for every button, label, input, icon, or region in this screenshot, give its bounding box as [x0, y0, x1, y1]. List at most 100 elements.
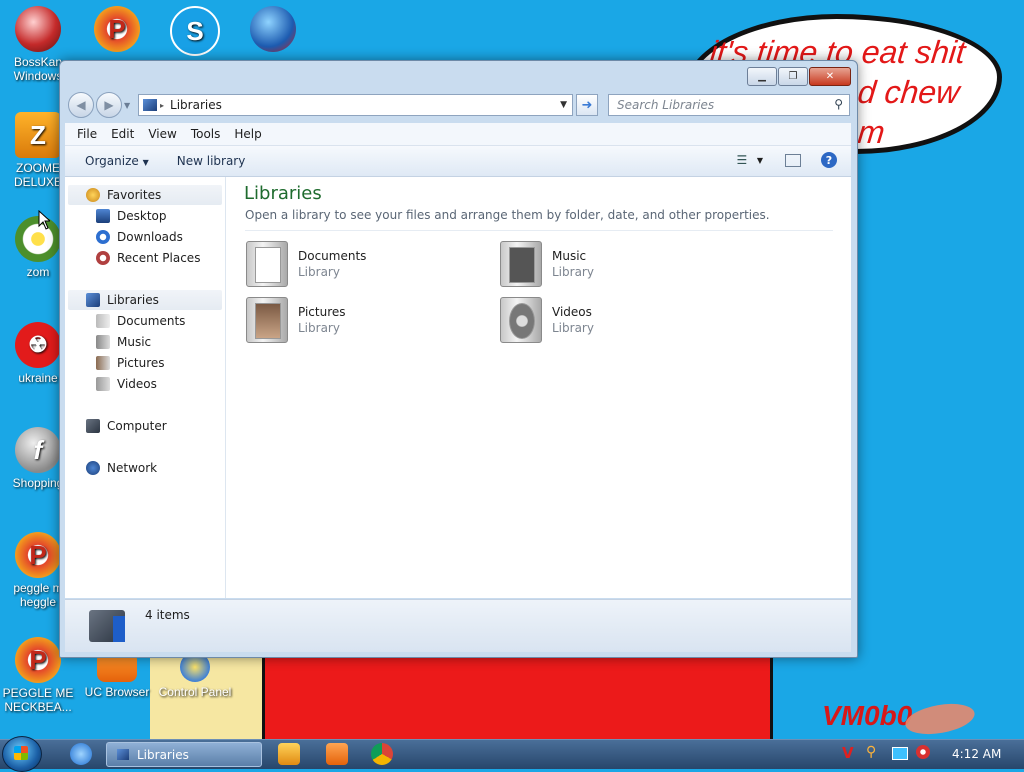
recent-places-icon	[96, 251, 110, 265]
desktop-icon-label: PEGGLE ME NECKBEA...	[2, 686, 74, 714]
libraries-large-icon	[89, 610, 125, 642]
clock[interactable]: 4:12 AM	[952, 747, 1001, 761]
wallpaper-text-line3: m	[856, 114, 887, 150]
close-button[interactable]: ✕	[809, 67, 851, 86]
item-count: 4 items	[145, 608, 190, 622]
nav-documents[interactable]: Documents	[96, 311, 185, 331]
forward-button[interactable]: ▶	[96, 92, 122, 118]
favorites-star-icon	[86, 188, 100, 202]
address-dropdown-icon[interactable]: ▼	[560, 100, 567, 110]
nav-desktop-label: Desktop	[117, 209, 167, 223]
library-item-pictures[interactable]: Pictures Library	[246, 297, 346, 343]
content-pane: Libraries Open a library to see your fil…	[226, 177, 851, 598]
nav-favorites[interactable]: Favorites	[68, 185, 222, 205]
back-arrow-icon: ◀	[76, 98, 86, 112]
library-item-documents[interactable]: Documents Library	[246, 241, 366, 287]
desktop-icon-label: Control Panel	[158, 685, 232, 699]
library-item-videos[interactable]: Videos Library	[500, 297, 594, 343]
nav-libraries-label: Libraries	[107, 293, 159, 307]
search-placeholder: Search Libraries	[617, 98, 715, 112]
media-player-icon[interactable]	[278, 743, 300, 765]
antivirus-tray-icon[interactable]: V	[842, 744, 854, 762]
help-icon[interactable]: ?	[821, 152, 837, 168]
chevron-down-icon: ▼	[142, 158, 149, 167]
libraries-icon	[117, 749, 129, 760]
game-icon	[15, 6, 61, 52]
nav-videos[interactable]: Videos	[96, 374, 157, 394]
nav-computer-label: Computer	[107, 419, 167, 433]
uc-browser-icon[interactable]	[326, 743, 348, 765]
record-tray-icon[interactable]	[916, 745, 930, 759]
maximize-button[interactable]: ❐	[778, 67, 808, 86]
search-icon[interactable]: ⚲	[834, 97, 843, 111]
change-view-button[interactable]: ☰ ▼	[733, 153, 763, 167]
music-library-icon	[500, 241, 542, 287]
display-tray-icon[interactable]	[892, 747, 908, 760]
minimize-icon: ▁	[758, 71, 766, 82]
downloads-icon	[96, 230, 110, 244]
nav-downloads[interactable]: Downloads	[96, 227, 183, 247]
internet-explorer-icon[interactable]	[70, 743, 92, 765]
nav-videos-label: Videos	[117, 377, 157, 391]
wallpaper-signature: VM0b0	[822, 700, 913, 731]
taskbar-task-label: Libraries	[137, 747, 189, 762]
nav-recent-places[interactable]: Recent Places	[96, 248, 200, 268]
search-tray-icon[interactable]: ⚲	[866, 744, 876, 760]
breadcrumb-separator-icon[interactable]: ▸	[160, 101, 164, 110]
nav-music-label: Music	[117, 335, 152, 349]
command-bar-right: ☰ ▼ ?	[733, 152, 837, 168]
minimize-button[interactable]: ▁	[747, 67, 777, 86]
divider	[245, 230, 833, 231]
go-arrow-icon: ➜	[581, 97, 593, 113]
desktop-icon-globe[interactable]	[235, 6, 311, 55]
menu-help[interactable]: Help	[234, 127, 261, 141]
search-input[interactable]: Search Libraries ⚲	[608, 94, 850, 116]
nav-pictures[interactable]: Pictures	[96, 353, 165, 373]
address-text: Libraries	[170, 98, 222, 112]
pictures-library-icon	[96, 356, 110, 370]
close-icon: ✕	[825, 71, 835, 82]
desktop-icon	[96, 209, 110, 223]
skype-icon: S	[170, 6, 220, 56]
desktop-icon-peggle-top[interactable]: P	[79, 6, 155, 55]
peggle-icon: P	[15, 637, 61, 683]
libraries-icon	[143, 99, 157, 111]
back-button[interactable]: ◀	[68, 92, 94, 118]
nav-music[interactable]: Music	[96, 332, 151, 352]
menu-tools[interactable]: Tools	[191, 127, 221, 141]
start-button[interactable]	[2, 736, 42, 772]
nav-pictures-label: Pictures	[117, 356, 165, 370]
peggle-icon: P	[94, 6, 140, 52]
refresh-button[interactable]: ➜	[576, 94, 598, 116]
recent-pages-chevron-icon[interactable]: ▼	[124, 101, 130, 110]
desktop-icon-control-panel[interactable]: Control Panel	[157, 652, 233, 699]
nav-recent-places-label: Recent Places	[117, 251, 201, 265]
library-item-music[interactable]: Music Library	[500, 241, 594, 287]
preview-pane-icon[interactable]	[785, 153, 801, 167]
organize-button[interactable]: Organize ▼	[85, 154, 149, 168]
nav-favorites-label: Favorites	[107, 188, 162, 202]
menu-bar: File Edit View Tools Help	[65, 123, 851, 146]
nav-desktop[interactable]: Desktop	[96, 206, 167, 226]
library-type: Library	[552, 321, 594, 335]
nav-downloads-label: Downloads	[117, 230, 183, 244]
menu-file[interactable]: File	[77, 127, 97, 141]
library-name: Pictures	[298, 305, 346, 319]
address-bar[interactable]: ▸ Libraries ▼	[138, 94, 573, 116]
new-library-button[interactable]: New library	[177, 154, 246, 168]
organize-label: Organize	[85, 154, 139, 168]
globe-icon	[250, 6, 296, 52]
desktop-icon-skype[interactable]: S	[157, 6, 233, 59]
menu-view[interactable]: View	[148, 127, 176, 141]
nav-libraries[interactable]: Libraries	[68, 290, 222, 310]
music-library-icon	[96, 335, 110, 349]
chevron-down-icon: ▼	[756, 155, 763, 165]
nav-network[interactable]: Network	[86, 458, 157, 478]
menu-edit[interactable]: Edit	[111, 127, 134, 141]
taskbar-libraries-button[interactable]: Libraries	[106, 742, 262, 767]
nav-computer[interactable]: Computer	[86, 416, 167, 436]
desktop-icon-uc-browser[interactable]: UC Browser	[79, 652, 155, 699]
library-type: Library	[552, 265, 594, 279]
network-icon	[86, 461, 100, 475]
chrome-icon[interactable]	[371, 743, 393, 765]
